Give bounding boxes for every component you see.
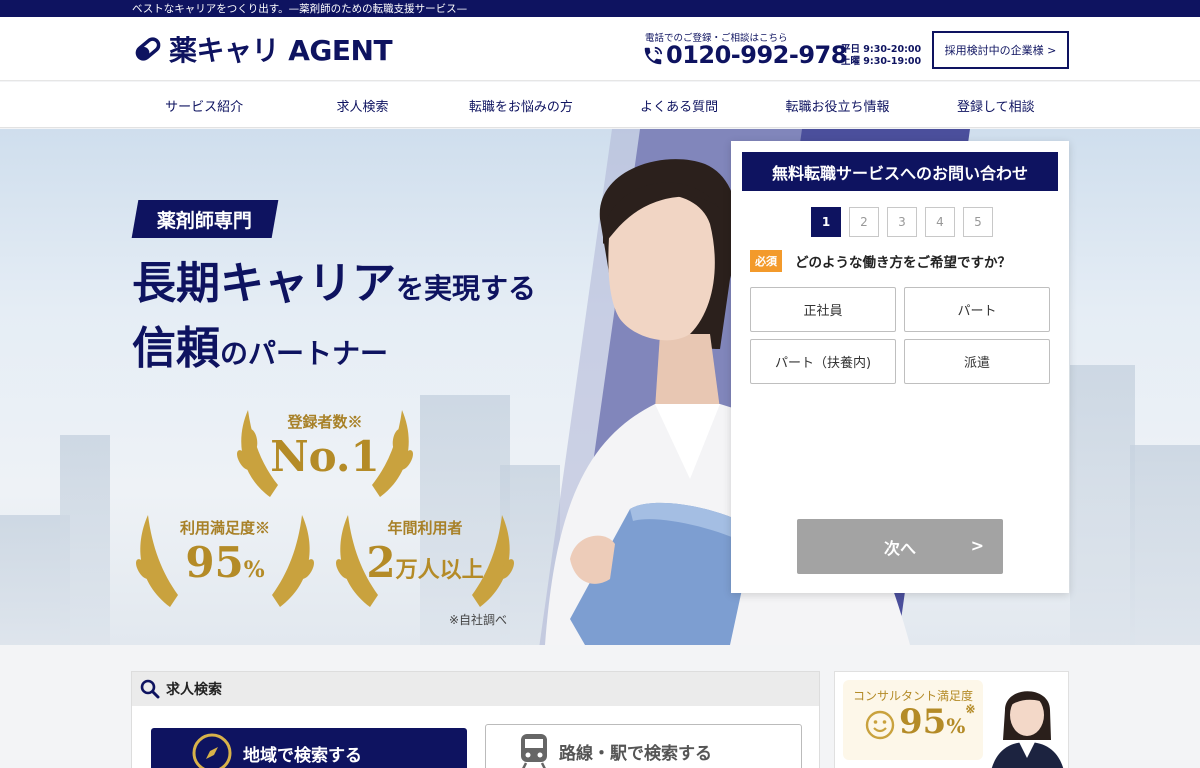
satisfaction-number: 95 [899, 702, 947, 742]
headline-2-small: のパートナー [220, 337, 389, 370]
nav-item-worries[interactable]: 転職をお悩みの方 [442, 82, 600, 128]
satisfaction-box: コンサルタント満足度 95%※ [843, 680, 983, 760]
award-satisfaction-unit: % [243, 557, 265, 583]
next-button[interactable]: 次へ > [797, 519, 1003, 574]
chevron-right-icon: > [970, 536, 984, 555]
lower-section: 求人検索 地域で検索する 路線・駅で検索する コンサルタント満足度 95%※ [0, 645, 1200, 768]
logo[interactable]: 薬キャリ AGENT [133, 31, 393, 67]
site-header: 薬キャリ AGENT 電話でのご登録・ご相談はこちら 0120-992-978 … [0, 17, 1200, 81]
nav-item-job-search[interactable]: 求人検索 [283, 82, 441, 128]
compass-icon [192, 733, 232, 768]
option-full-time[interactable]: 正社員 [750, 287, 896, 332]
page: ベストなキャリアをつくり出す。—薬剤師のための転職支援サービス— 薬キャリ AG… [0, 0, 1200, 768]
award-satisfaction-value: 95% [155, 538, 295, 587]
award-registrations-value: No.1 [270, 432, 380, 481]
headline-2-big: 信頼 [132, 323, 220, 374]
phone-contact[interactable]: 電話でのご登録・ご相談はこちら 0120-992-978 平日 9:30-20:… [642, 30, 927, 74]
logo-text: 薬キャリ AGENT [169, 34, 393, 67]
search-by-region-button[interactable]: 地域で検索する [151, 728, 467, 768]
phone-icon [644, 46, 663, 65]
step-3: 3 [887, 207, 917, 237]
corporate-button[interactable]: 採用検討中の企業様 > [932, 31, 1069, 69]
tagline: ベストなキャリアをつくり出す。—薬剤師のための転職支援サービス— [132, 3, 468, 15]
search-by-region-label: 地域で検索する [243, 745, 362, 766]
business-hours: 平日 9:30-20:00 土曜 9:30-19:00 [841, 44, 921, 68]
next-button-label: 次へ [883, 538, 916, 558]
skyline-building [1070, 365, 1135, 645]
top-bar: ベストなキャリアをつくり出す。—薬剤師のための転職支援サービス— [0, 0, 1200, 17]
satisfaction-value: 95%※ [899, 702, 975, 742]
award-satisfaction-number: 95 [185, 538, 244, 587]
phone-number[interactable]: 0120-992-978 [666, 41, 847, 69]
inquiry-form: 無料転職サービスへのお問い合わせ 1 2 3 4 5 必須 どのような働き方をご… [731, 141, 1069, 593]
hours-weekday: 平日 9:30-20:00 [841, 44, 922, 55]
option-part-time-dependent[interactable]: パート（扶養内) [750, 339, 896, 384]
nav-item-register[interactable]: 登録して相談 [917, 82, 1075, 128]
skyline-building [60, 435, 110, 645]
search-by-station-button[interactable]: 路線・駅で検索する [485, 724, 802, 768]
hero-headline: 長期キャリアを実現する 信頼のパートナー [132, 253, 536, 383]
hours-saturday: 土曜 9:30-19:00 [841, 56, 922, 67]
headline-1-small: を実現する [396, 272, 537, 305]
option-part-time[interactable]: パート [904, 287, 1050, 332]
specialty-badge: 薬剤師専門 [131, 200, 279, 238]
nav-item-tips[interactable]: 転職お役立ち情報 [758, 82, 916, 128]
satisfaction-unit: % [946, 714, 966, 738]
search-by-station-label: 路線・駅で検索する [559, 743, 712, 764]
step-2: 2 [849, 207, 879, 237]
job-search-panel: 求人検索 地域で検索する 路線・駅で検索する [131, 671, 820, 768]
job-search-title: 求人検索 [166, 682, 222, 698]
train-icon [521, 734, 547, 768]
form-question: 必須 どのような働き方をご希望ですか？ [750, 250, 1011, 272]
survey-note: ※自社調べ [449, 613, 508, 627]
step-1: 1 [811, 207, 841, 237]
step-4: 4 [925, 207, 955, 237]
global-nav: サービス紹介 求人検索 転職をお悩みの方 よくある質問 転職お役立ち情報 登録し… [0, 82, 1200, 128]
consultant-satisfaction-banner[interactable]: コンサルタント満足度 95%※ [834, 671, 1069, 768]
award-annual-users-value: 2万人以上 [355, 538, 495, 587]
award-annual-users-number: 2 [366, 538, 396, 587]
option-dispatch[interactable]: 派遣 [904, 339, 1050, 384]
award-satisfaction: 利用満足度※ 95% [155, 517, 295, 587]
job-search-header: 求人検索 [132, 672, 819, 706]
specialty-badge-text: 薬剤師専門 [157, 209, 253, 232]
headline-line-2: 信頼のパートナー [132, 320, 536, 383]
nav-item-service[interactable]: サービス紹介 [125, 82, 283, 128]
headline-line-1: 長期キャリアを実現する [132, 253, 536, 320]
award-satisfaction-caption: 利用満足度※ [179, 519, 270, 537]
headline-1-big: 長期キャリア [132, 258, 396, 309]
award-registrations-caption: 登録者数※ [287, 413, 363, 431]
skyline-building [1130, 445, 1200, 645]
award-annual-users-caption: 年間利用者 [387, 519, 463, 537]
search-icon [140, 679, 160, 699]
nav-item-faq[interactable]: よくある質問 [600, 82, 758, 128]
required-badge: 必須 [750, 250, 782, 272]
question-text: どのような働き方をご希望ですか？ [795, 255, 1011, 271]
satisfaction-note-mark: ※ [965, 702, 976, 716]
step-5: 5 [963, 207, 993, 237]
smiley-icon [865, 710, 895, 740]
form-title: 無料転職サービスへのお問い合わせ [742, 152, 1058, 191]
consultant-photo [991, 691, 1064, 768]
award-registrations: 登録者数※ No.1 [254, 411, 396, 481]
pill-logo-icon [135, 37, 161, 61]
award-annual-users-unit: 万人以上 [395, 557, 484, 583]
step-indicator: 1 2 3 4 5 [811, 207, 993, 237]
award-annual-users: 年間利用者 2万人以上 [355, 517, 495, 587]
